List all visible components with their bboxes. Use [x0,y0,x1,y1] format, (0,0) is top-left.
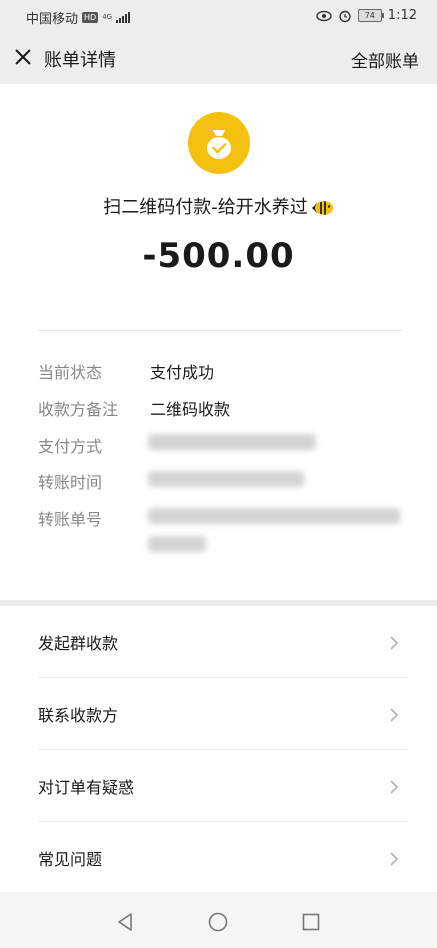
menu-item-group-collect[interactable]: 发起群收款 [0,606,437,678]
clock-time: 1:12 [387,8,417,23]
payment-method-redacted [148,434,316,450]
chevron-right-icon [390,636,399,650]
transfer-no-redacted [148,508,400,524]
menu-item-faq[interactable]: 常见问题 [0,822,437,894]
signal-icon [116,12,131,23]
status-left: 中国移动 HD 4G [26,8,131,27]
all-bills-link[interactable]: 全部账单 [351,47,419,72]
menu-item-label: 对订单有疑惑 [38,778,135,797]
transfer-time-redacted [148,471,304,487]
divider [38,330,402,331]
home-circle-icon[interactable] [208,912,228,932]
merchant-name: 扫二维码付款-给开水养过 [0,193,437,219]
bill-card: 扫二维码付款-给开水养过 -500.00 当前状态 支付成功 收款方备注 二维码… [0,84,437,600]
status-value: 支付成功 [150,363,215,382]
payee-note-value: 二维码收款 [150,400,231,419]
menu-item-order-question[interactable]: 对订单有疑惑 [0,750,437,822]
chevron-right-icon [390,780,399,794]
status-label: 当前状态 [38,363,103,382]
menu-item-label: 联系收款方 [38,706,119,725]
network-type: 4G [102,13,113,21]
status-right: 74 1:12 [316,8,417,23]
transfer-time-label: 转账时间 [38,473,103,492]
eye-comfort-icon [316,10,332,21]
transfer-no-redacted-line2 [148,536,206,552]
page-title: 账单详情 [44,50,116,71]
system-nav-bar [0,892,437,948]
payee-note-label: 收款方备注 [38,400,119,419]
menu-item-label: 常见问题 [38,850,103,869]
recents-square-icon[interactable] [302,913,320,931]
menu-item-contact-payee[interactable]: 联系收款方 [0,678,437,750]
action-menu: 发起群收款 联系收款方 对订单有疑惑 常见问题 [0,606,437,894]
amount: -500.00 [142,236,295,276]
hd-badge: HD [82,12,99,23]
carrier-name: 中国移动 [26,12,79,27]
payment-method-label: 支付方式 [38,437,103,456]
alarm-icon [339,10,351,22]
nav-bar: 账单详情 全部账单 [0,32,437,84]
menu-item-label: 发起群收款 [38,634,119,653]
status-bar: 中国移动 HD 4G 74 1:12 [0,0,437,32]
merchant-text: 扫二维码付款-给开水养过 [103,197,308,218]
chevron-right-icon [390,852,399,866]
money-bag-icon [188,112,250,174]
close-icon[interactable] [12,46,34,68]
battery-icon: 74 [357,9,384,22]
back-triangle-icon[interactable] [116,912,134,932]
transfer-no-label: 转账单号 [38,510,103,529]
chevron-right-icon [390,708,399,722]
fish-emoji-icon [311,201,333,215]
